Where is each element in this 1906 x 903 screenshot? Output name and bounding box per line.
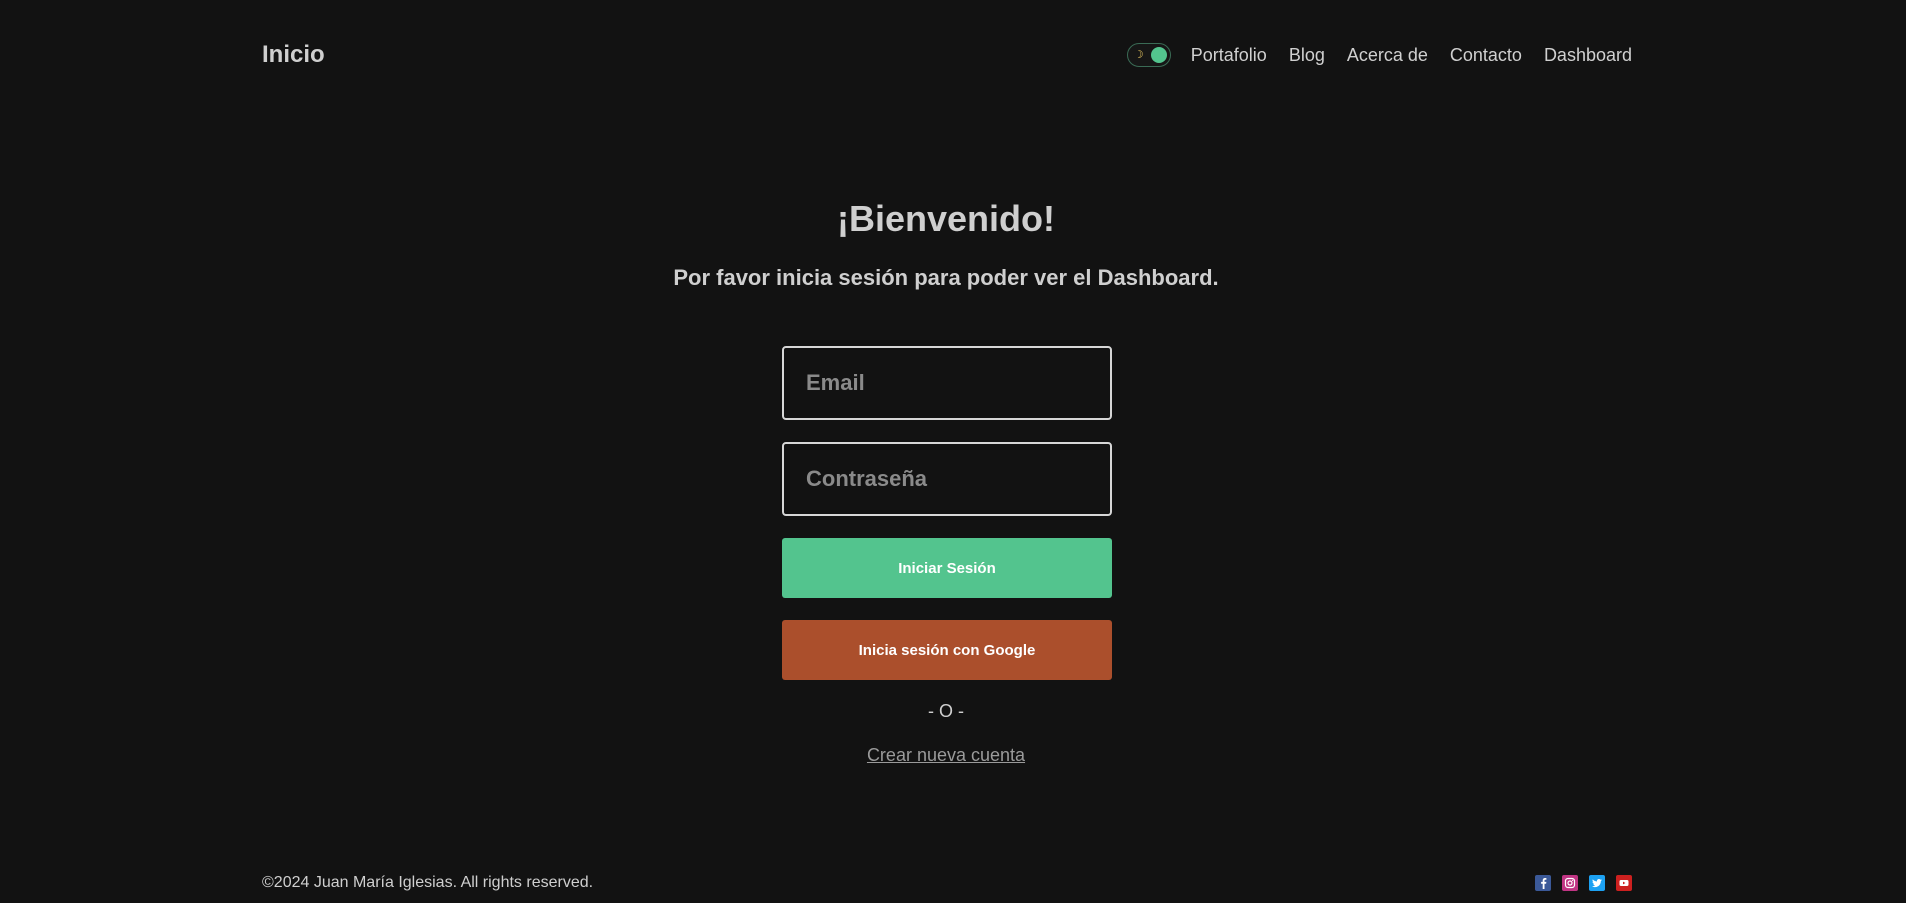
moon-icon: ☽ xyxy=(1133,49,1144,61)
login-button[interactable]: Iniciar Sesión xyxy=(782,538,1112,598)
google-login-button[interactable]: Inicia sesión con Google xyxy=(782,620,1112,680)
twitter-icon[interactable] xyxy=(1589,875,1605,891)
brand-home-link[interactable]: Inicio xyxy=(262,41,325,69)
login-form: Iniciar Sesión Inicia sesión con Google xyxy=(782,346,1112,702)
main-nav: ☽ Portafolio Blog Acerca de Contacto Das… xyxy=(1126,43,1632,67)
nav-link-blog[interactable]: Blog xyxy=(1289,45,1325,66)
nav-link-contacto[interactable]: Contacto xyxy=(1450,45,1522,66)
theme-toggle[interactable]: ☽ xyxy=(1126,43,1171,67)
top-navbar: Inicio ☽ Portafolio Blog Acerca de Conta… xyxy=(262,0,1632,110)
facebook-icon[interactable] xyxy=(1535,875,1551,891)
footer: ©2024 Juan María Iglesias. All rights re… xyxy=(262,868,1632,898)
password-field[interactable] xyxy=(782,442,1112,516)
youtube-icon[interactable] xyxy=(1616,875,1632,891)
email-field[interactable] xyxy=(782,346,1112,420)
nav-link-dashboard[interactable]: Dashboard xyxy=(1544,45,1632,66)
instagram-icon[interactable] xyxy=(1562,875,1578,891)
nav-link-acerca-de[interactable]: Acerca de xyxy=(1347,45,1428,66)
page-subtitle: Por favor inicia sesión para poder ver e… xyxy=(673,265,1219,290)
toggle-knob xyxy=(1150,47,1167,63)
create-account-link[interactable]: Crear nueva cuenta xyxy=(867,745,1025,765)
page: Inicio ☽ Portafolio Blog Acerca de Conta… xyxy=(0,0,1906,903)
social-links xyxy=(1535,875,1632,891)
page-title: ¡Bienvenido! xyxy=(836,198,1055,239)
copyright-text: ©2024 Juan María Iglesias. All rights re… xyxy=(262,874,594,891)
or-separator: - O - xyxy=(928,701,964,721)
create-account-wrapper: Crear nueva cuenta xyxy=(0,745,1892,766)
nav-link-portafolio[interactable]: Portafolio xyxy=(1191,45,1267,66)
